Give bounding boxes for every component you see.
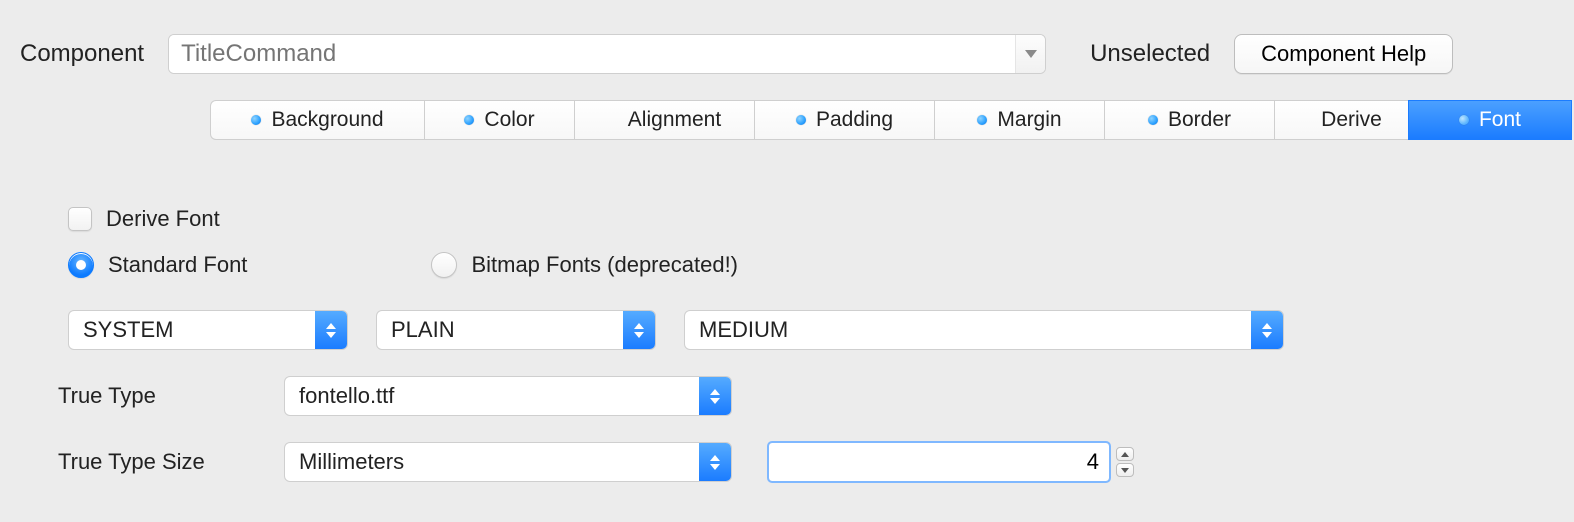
tab-background[interactable]: Background (210, 100, 424, 140)
bitmap-font-group: Bitmap Fonts (deprecated!) (431, 252, 738, 278)
standard-font-radio[interactable] (68, 252, 94, 278)
tab-label: Color (484, 108, 534, 132)
truetype-size-row: True Type Size Millimeters (34, 416, 1554, 482)
select-stepper-icon[interactable] (1251, 311, 1283, 349)
truetype-file-select[interactable]: fontello.ttf (284, 376, 732, 416)
tab-label: Alignment (628, 108, 721, 132)
tab-label: Font (1479, 108, 1521, 132)
standard-font-label: Standard Font (108, 252, 247, 278)
truetype-size-label: True Type Size (58, 449, 248, 475)
state-label: Unselected (1090, 40, 1210, 68)
indicator-icon (464, 115, 474, 125)
truetype-label: True Type (58, 383, 248, 409)
truetype-size-input[interactable] (768, 442, 1110, 482)
select-stepper-icon[interactable] (699, 377, 731, 415)
bitmap-font-label: Bitmap Fonts (deprecated!) (471, 252, 738, 278)
tab-label: Margin (997, 108, 1061, 132)
chevron-down-icon (1025, 50, 1037, 58)
tab-color[interactable]: Color (424, 100, 574, 140)
select-value: PLAIN (377, 311, 623, 349)
indicator-blank (608, 115, 618, 125)
spinner-buttons[interactable] (1116, 442, 1138, 482)
indicator-blank (1301, 115, 1311, 125)
header-row: Component Unselected Component Help (0, 0, 1574, 74)
component-combobox[interactable] (168, 34, 1046, 74)
select-stepper-icon[interactable] (315, 311, 347, 349)
tab-label: Background (271, 108, 383, 132)
component-help-button[interactable]: Component Help (1234, 34, 1453, 74)
indicator-icon (796, 115, 806, 125)
spinner-up-icon[interactable] (1116, 447, 1134, 461)
select-value: fontello.ttf (285, 377, 699, 415)
tab-label: Derive (1321, 108, 1382, 132)
standard-font-selects: SYSTEM PLAIN MEDIUM (34, 284, 1554, 350)
truetype-size-unit-select[interactable]: Millimeters (284, 442, 732, 482)
tab-margin[interactable]: Margin (934, 100, 1104, 140)
component-dropdown-button[interactable] (1015, 35, 1045, 73)
tab-derive[interactable]: Derive (1274, 100, 1408, 140)
derive-font-label: Derive Font (106, 206, 220, 232)
indicator-icon (977, 115, 987, 125)
truetype-row: True Type fontello.ttf (34, 350, 1554, 416)
font-mode-radio-row: Standard Font Bitmap Fonts (deprecated!) (34, 238, 1554, 284)
indicator-icon (1459, 115, 1469, 125)
tab-alignment[interactable]: Alignment (574, 100, 754, 140)
select-value: Millimeters (285, 443, 699, 481)
font-panel: Derive Font Standard Font Bitmap Fonts (… (34, 140, 1554, 482)
truetype-size-spinner[interactable] (768, 442, 1138, 482)
font-size-select[interactable]: MEDIUM (684, 310, 1284, 350)
tab-label: Padding (816, 108, 893, 132)
derive-font-checkbox[interactable] (68, 207, 92, 231)
indicator-icon (251, 115, 261, 125)
component-label: Component (20, 40, 144, 68)
tab-font[interactable]: Font (1408, 100, 1572, 140)
select-value: SYSTEM (69, 311, 315, 349)
tab-label: Border (1168, 108, 1231, 132)
font-style-select[interactable]: PLAIN (376, 310, 656, 350)
select-value: MEDIUM (685, 311, 1251, 349)
select-stepper-icon[interactable] (699, 443, 731, 481)
font-family-select[interactable]: SYSTEM (68, 310, 348, 350)
bitmap-font-radio[interactable] (431, 252, 457, 278)
indicator-icon (1148, 115, 1158, 125)
component-input[interactable] (169, 35, 1015, 73)
select-stepper-icon[interactable] (623, 311, 655, 349)
tab-padding[interactable]: Padding (754, 100, 934, 140)
spinner-down-icon[interactable] (1116, 463, 1134, 477)
derive-font-row: Derive Font (34, 200, 1554, 238)
tab-bar: Background Color Alignment Padding Margi… (210, 100, 1574, 140)
tab-border[interactable]: Border (1104, 100, 1274, 140)
